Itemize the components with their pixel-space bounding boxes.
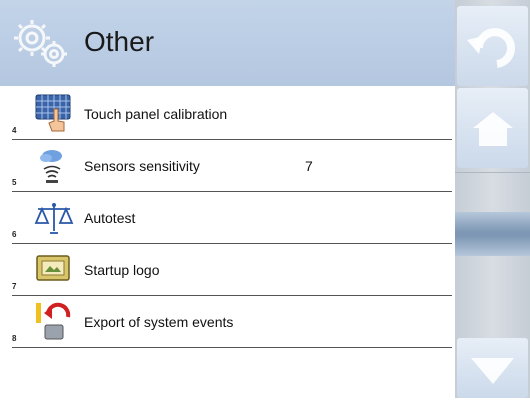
- menu-item-startup-logo[interactable]: Startup logo 7: [0, 244, 455, 296]
- page-title: Other: [84, 26, 155, 57]
- sensor-icon: [40, 150, 62, 183]
- menu-item-label: Export of system events: [84, 314, 234, 330]
- menu-item-number: 8: [12, 334, 17, 343]
- menu-item-export-of-system-events[interactable]: Export of system events 8: [0, 296, 455, 348]
- arrow-down-icon: [471, 358, 514, 384]
- menu-item-number: 5: [12, 178, 17, 187]
- undo-arrow-icon: [467, 28, 515, 68]
- menu-item-value: 7: [305, 158, 313, 174]
- header: Other: [0, 0, 455, 86]
- menu-item-label: Startup logo: [84, 262, 160, 278]
- menu-item-touch-panel-calibration[interactable]: Touch panel calibration 4: [0, 88, 455, 140]
- menu-item-label: Touch panel calibration: [84, 106, 228, 122]
- sidebar: [455, 0, 530, 398]
- logo-picture-icon: [36, 255, 70, 281]
- menu-panel: Other Touch panel calibration 4 Sensors …: [0, 0, 455, 398]
- scrollbar-thumb[interactable]: [455, 212, 530, 256]
- home-button[interactable]: [457, 88, 528, 168]
- export-events-icon: [36, 302, 71, 340]
- menu-item-number: 7: [12, 282, 17, 291]
- menu-item-autotest[interactable]: Autotest 6: [0, 192, 455, 244]
- scale-balance-icon: [34, 203, 74, 234]
- menu-item-number: 4: [12, 126, 17, 135]
- menu-item-label: Autotest: [84, 210, 136, 226]
- touch-calibration-icon: [35, 94, 71, 132]
- menu-item-label: Sensors sensitivity: [84, 158, 200, 174]
- back-button[interactable]: [457, 6, 528, 86]
- row-divider: [12, 347, 452, 348]
- menu-item-number: 6: [12, 230, 17, 239]
- gears-icon: [14, 20, 67, 67]
- home-icon: [473, 112, 513, 146]
- menu-item-sensors-sensitivity[interactable]: Sensors sensitivity 7 5: [0, 140, 455, 192]
- sidebar-separator: [455, 172, 530, 173]
- scroll-down-button[interactable]: [457, 338, 528, 398]
